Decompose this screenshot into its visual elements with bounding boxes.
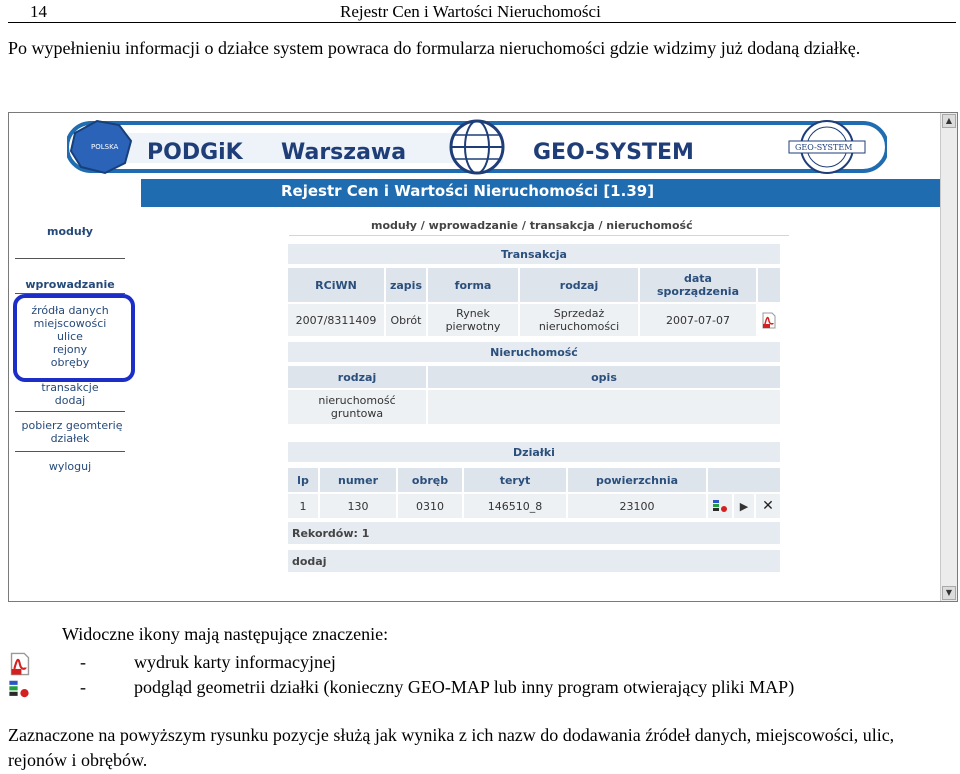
app-title: Rejestr Cen i Wartości Nieruchomości [1.… xyxy=(281,182,655,200)
nav-rejony[interactable]: rejony xyxy=(15,343,125,356)
column-header-empty xyxy=(757,267,781,303)
nav-separator xyxy=(15,258,125,259)
play-arrow-icon: ▶ xyxy=(739,499,749,513)
column-header-empty xyxy=(707,467,781,493)
column-header: lp xyxy=(287,467,319,493)
svg-text:GEO-SYSTEM: GEO-SYSTEM xyxy=(795,143,852,152)
table-cell: Sprzedaż nieruchomości xyxy=(519,303,639,337)
geometry-preview-button[interactable] xyxy=(707,493,733,519)
nav-separator xyxy=(15,451,125,452)
table-cell: 1 xyxy=(287,493,319,519)
column-header: opis xyxy=(427,365,781,389)
table-cell: 146510_8 xyxy=(463,493,567,519)
nav-separator xyxy=(15,411,125,412)
breadcrumb: moduły / wprowadzanie / transakcja / nie… xyxy=(371,219,693,232)
pdf-icon xyxy=(762,312,776,328)
geometry-icon xyxy=(713,500,727,512)
add-parcel-button[interactable]: dodaj xyxy=(287,549,781,573)
column-header: obręb xyxy=(397,467,463,493)
transakcja-title: Transakcja xyxy=(287,243,781,265)
nav-moduly[interactable]: moduły xyxy=(15,225,125,238)
table-cell: Obrót xyxy=(385,303,427,337)
table-cell: 0310 xyxy=(397,493,463,519)
nieruchomosc-title: Nieruchomość xyxy=(287,341,781,363)
nav-wyloguj[interactable]: wyloguj xyxy=(15,460,125,473)
column-header: numer xyxy=(319,467,397,493)
pdf-print-button[interactable] xyxy=(757,303,781,337)
nav-obreby[interactable]: obręby xyxy=(15,356,125,369)
table-cell: 2007-07-07 xyxy=(639,303,757,337)
table-cell: nieruchomość gruntowa xyxy=(287,389,427,425)
column-header: rodzaj xyxy=(287,365,427,389)
nav-ulice[interactable]: ulice xyxy=(15,330,125,343)
pdf-icon xyxy=(10,652,30,676)
nav-dodaj[interactable]: dodaj xyxy=(15,394,125,407)
legend-heading: Widoczne ikony mają następujące znaczeni… xyxy=(62,624,389,644)
table-cell: 23100 xyxy=(567,493,707,519)
column-header: rodzaj xyxy=(519,267,639,303)
globe-icon xyxy=(449,119,505,175)
breadcrumb-rule xyxy=(289,235,789,236)
legend-dash: - xyxy=(80,677,86,697)
legend-item-text: wydruk karty informacyjnej xyxy=(134,652,336,672)
column-header: teryt xyxy=(463,467,567,493)
svg-text:Warszawa: Warszawa xyxy=(281,140,406,165)
table-cell: Rynek pierwotny xyxy=(427,303,519,337)
open-button[interactable]: ▶ xyxy=(733,493,755,519)
table-cell xyxy=(427,389,781,425)
dzialki-title: Działki xyxy=(287,441,781,463)
legend-geometry-icon xyxy=(8,679,30,704)
outro-paragraph: Zaznaczone na powyższym rysunku pozycje … xyxy=(8,725,895,770)
table-cell: 2007/8311409 xyxy=(287,303,385,337)
page-number: 14 xyxy=(30,2,47,21)
geometry-icon xyxy=(9,680,29,698)
svg-text:PODGiK: PODGiK xyxy=(147,140,244,165)
nav-pobierz-geometrie[interactable]: pobierz geomterię xyxy=(15,419,129,432)
intro-paragraph: Po wypełnieniu informacji o działce syst… xyxy=(8,38,861,58)
svg-text:GEO-SYSTEM: GEO-SYSTEM xyxy=(533,140,694,165)
svg-text:POLSKA: POLSKA xyxy=(91,143,119,151)
nav-wprowadzanie[interactable]: wprowadzanie xyxy=(15,278,125,291)
legend-dash: - xyxy=(80,652,86,672)
scroll-down-icon[interactable]: ▼ xyxy=(942,586,956,600)
scroll-up-icon[interactable]: ▲ xyxy=(942,114,956,128)
column-header: RCiWN xyxy=(287,267,385,303)
records-count: Rekordów: 1 xyxy=(287,521,781,545)
podgik-banner: POLSKA PODGiK Warszawa GEO-SYSTEM GEO-SY… xyxy=(67,119,887,175)
delete-button[interactable]: ✕ xyxy=(755,493,781,519)
column-header: powierzchnia xyxy=(567,467,707,493)
app-title-bar: Rejestr Cen i Wartości Nieruchomości [1.… xyxy=(141,179,941,207)
nav-miejscowosci[interactable]: miejscowości xyxy=(15,317,125,330)
vertical-scrollbar[interactable]: ▲ ▼ xyxy=(940,113,957,601)
column-header: data sporządzenia xyxy=(639,267,757,303)
nav-transakcje[interactable]: transakcje xyxy=(15,381,125,394)
legend-item-text: podgląd geometrii działki (konieczny GEO… xyxy=(134,677,795,697)
header-rule xyxy=(8,22,956,23)
column-header: zapis xyxy=(385,267,427,303)
table-cell: 130 xyxy=(319,493,397,519)
nav-dzialek[interactable]: działek xyxy=(15,432,125,445)
column-header: forma xyxy=(427,267,519,303)
page-header-title: Rejestr Cen i Wartości Nieruchomości xyxy=(340,2,601,21)
application-screenshot: POLSKA PODGiK Warszawa GEO-SYSTEM GEO-SY… xyxy=(8,112,958,602)
legend-pdf-icon xyxy=(8,652,32,681)
nav-zrodla-danych[interactable]: źródła danych xyxy=(15,304,125,317)
close-icon: ✕ xyxy=(762,498,774,514)
